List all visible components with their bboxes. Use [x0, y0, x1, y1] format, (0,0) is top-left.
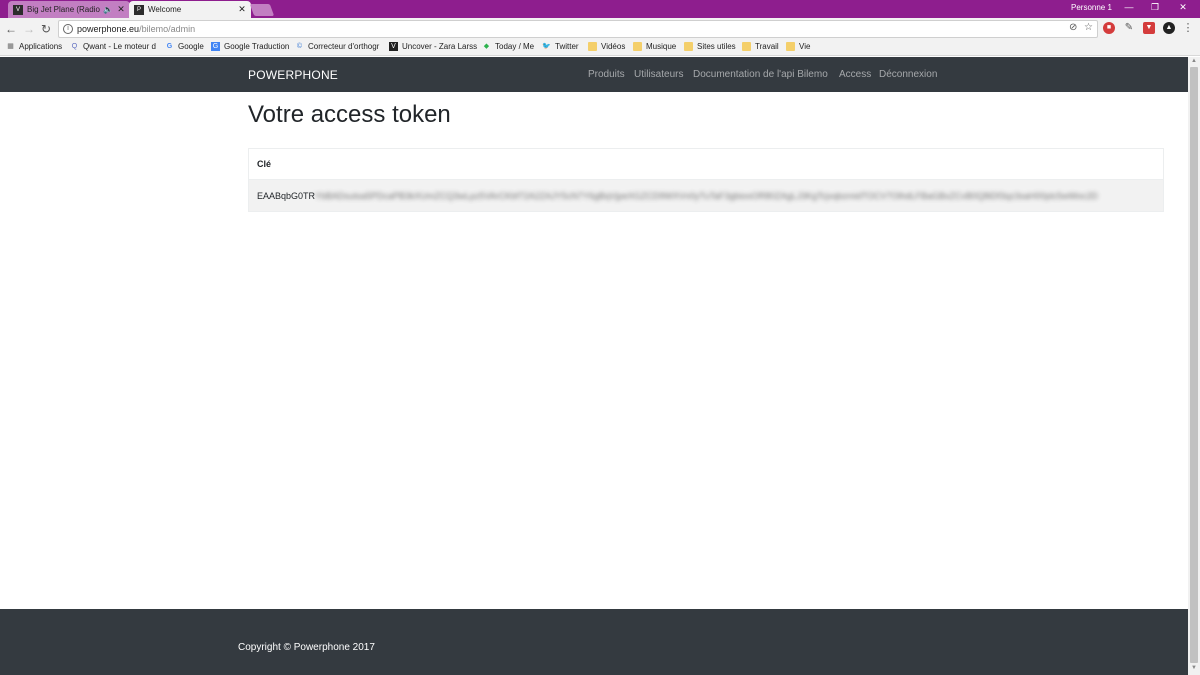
phpstorm-icon: P: [134, 4, 144, 15]
close-window-icon[interactable]: ✕: [1176, 2, 1190, 13]
column-header-cle: Clé: [248, 148, 1164, 180]
bookmark-label: Vidéos: [601, 42, 626, 51]
table-header-row: Clé: [248, 148, 1164, 180]
maximize-icon[interactable]: ❐: [1148, 2, 1162, 13]
scrollbar-thumb[interactable]: [1190, 67, 1198, 663]
folder-icon: [588, 42, 597, 51]
google-icon: G: [166, 43, 173, 50]
bookmark-label: Qwant - Le moteur d: [83, 42, 156, 51]
info-icon[interactable]: i: [63, 24, 73, 34]
token-visible-part: EAABqbG0TR: [257, 190, 315, 201]
bookmark-label: Correcteur d'orthogr: [308, 42, 380, 51]
bookmark-label: Sites utiles: [697, 42, 736, 51]
bookmark-travail[interactable]: Travail: [742, 42, 779, 51]
token-blurred-part: YbBADsutsa5PDcaPB3kXUmZCQ3wLpz5VArCKbf72…: [314, 190, 1098, 201]
nav-link-documentation[interactable]: Documentation de l'api Bilemo: [693, 69, 828, 80]
back-arrow-icon[interactable]: ←: [3, 21, 19, 37]
eyedropper-icon[interactable]: ✎: [1123, 22, 1135, 34]
bookmark-google[interactable]: G Google: [165, 42, 204, 51]
copyright-text: Copyright © Powerphone 2017: [238, 642, 375, 653]
bookmark-today[interactable]: ◆ Today / Me: [482, 42, 534, 51]
close-tab-icon[interactable]: ✕: [115, 4, 127, 15]
token-table: Clé EAABqbG0TRYbBADsutsa5PDcaPB3kXUmZCQ3…: [248, 148, 1164, 212]
bookmark-correcteur[interactable]: © Correcteur d'orthogr: [295, 42, 379, 51]
feedly-icon: ◆: [483, 43, 490, 50]
qwant-icon: Q: [71, 43, 78, 50]
url-path: /bilemo/admin: [139, 24, 196, 34]
translate-icon[interactable]: ⊘: [1069, 22, 1077, 33]
scroll-down-icon[interactable]: ▼: [1190, 665, 1198, 671]
minimize-icon[interactable]: —: [1122, 2, 1136, 12]
vevo-icon: V: [13, 4, 23, 15]
tab-title: Welcome: [148, 5, 182, 14]
bookmark-label: Twitter: [555, 42, 579, 51]
close-tab-icon[interactable]: ✕: [236, 4, 248, 15]
apps-grid-icon: ▦: [7, 43, 14, 50]
adblock-icon[interactable]: ■: [1103, 22, 1115, 34]
nav-link-deconnexion[interactable]: Déconnexion: [879, 69, 937, 80]
bookmark-label: Uncover - Zara Larss: [402, 42, 478, 51]
folder-icon: [684, 42, 693, 51]
extension-icon[interactable]: ▲: [1163, 22, 1175, 34]
twitter-icon: 🐦: [542, 43, 551, 50]
site-navbar: POWERPHONE Produits Utilisateurs Documen…: [0, 57, 1188, 92]
vevo-icon: V: [389, 42, 398, 51]
bookmark-label: Google: [178, 42, 204, 51]
brand-logo[interactable]: POWERPHONE: [248, 68, 338, 82]
bookmark-musique[interactable]: Musique: [633, 42, 676, 51]
bookmark-label: Travail: [755, 42, 779, 51]
table-row: EAABqbG0TRYbBADsutsa5PDcaPB3kXUmZCQ3wLpz…: [248, 179, 1164, 212]
forward-arrow-icon[interactable]: →: [21, 21, 37, 37]
new-tab-button[interactable]: [249, 4, 275, 16]
bookmark-uncover[interactable]: V Uncover - Zara Larss: [389, 42, 477, 51]
folder-icon: [742, 42, 751, 51]
speaker-icon[interactable]: 🔈: [103, 5, 113, 14]
bookmark-google-traduction[interactable]: G Google Traduction: [211, 42, 289, 51]
nav-link-produits[interactable]: Produits: [588, 69, 625, 80]
menu-icon[interactable]: ⋮: [1182, 22, 1194, 34]
bookmark-star-icon[interactable]: ☆: [1084, 22, 1093, 33]
folder-icon: [633, 42, 642, 51]
page-title: Votre access token: [248, 101, 451, 128]
spellcheck-icon: ©: [296, 43, 303, 50]
page-scrollbar[interactable]: ▲ ▼: [1188, 57, 1200, 675]
tab-title: Big Jet Plane (Radio E: [27, 5, 102, 14]
site-footer: Copyright © Powerphone 2017: [0, 609, 1188, 675]
bookmark-qwant[interactable]: Q Qwant - Le moteur d: [70, 42, 156, 51]
bookmark-label: Applications: [19, 42, 63, 51]
browser-tabstrip: V Big Jet Plane (Radio E 🔈 ✕ P Welcome ✕…: [0, 0, 1200, 18]
nav-link-utilisateurs[interactable]: Utilisateurs: [634, 69, 683, 80]
bookmark-vie[interactable]: Vie: [786, 42, 810, 51]
reload-icon[interactable]: ↻: [38, 21, 54, 37]
nav-link-access[interactable]: Access: [839, 69, 871, 80]
tab-welcome[interactable]: P Welcome ✕: [129, 1, 251, 18]
bookmark-applications[interactable]: ▦ Applications: [6, 42, 62, 51]
profile-name[interactable]: Personne 1: [1071, 3, 1112, 12]
bookmark-sites-utiles[interactable]: Sites utiles: [684, 42, 736, 51]
scroll-up-icon[interactable]: ▲: [1190, 58, 1198, 64]
bookmark-label: Google Traduction: [224, 42, 290, 51]
tab-big-jet-plane[interactable]: V Big Jet Plane (Radio E 🔈 ✕: [8, 1, 130, 18]
bookmark-twitter[interactable]: 🐦 Twitter: [542, 42, 579, 51]
url-host: powerphone.eu: [77, 24, 140, 34]
bookmark-label: Musique: [646, 42, 677, 51]
bookmark-label: Vie: [799, 42, 811, 51]
folder-icon: [786, 42, 795, 51]
address-bar[interactable]: i powerphone.eu /bilemo/admin ⊘ ☆: [58, 20, 1098, 38]
bookmark-videos[interactable]: Vidéos: [588, 42, 625, 51]
browser-toolbar: ← → ↻ i powerphone.eu /bilemo/admin ⊘ ☆: [0, 18, 1200, 40]
google-translate-icon: G: [211, 42, 220, 51]
bookmarks-bar: ▦ Applications Q Qwant - Le moteur d G G…: [0, 40, 1200, 56]
access-token-cell[interactable]: EAABqbG0TRYbBADsutsa5PDcaPB3kXUmZCQ3wLpz…: [248, 179, 1164, 212]
bookmark-label: Today / Me: [495, 42, 535, 51]
pocket-icon[interactable]: ▼: [1143, 22, 1155, 34]
